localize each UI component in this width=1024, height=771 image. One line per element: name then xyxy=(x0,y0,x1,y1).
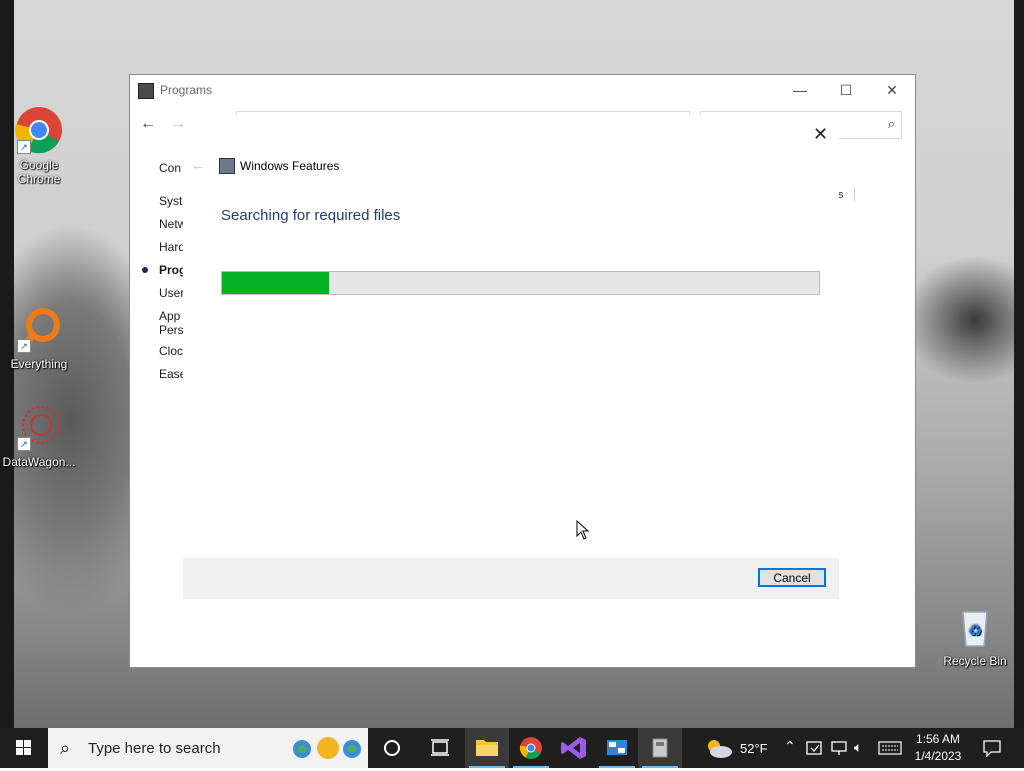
clock-time: 1:56 AM xyxy=(915,732,961,746)
windows-features-dialog: ✕ ← Windows Features Searching for requi… xyxy=(183,115,839,599)
close-button[interactable]: ✕ xyxy=(869,75,915,105)
recycle-bin-icon: ♻ xyxy=(951,602,999,650)
taskbar: ⌕ Type here to search 52°F ⌃ 🔈︎ 1:56 AM … xyxy=(0,728,1024,768)
sidebar-item-user-accounts[interactable]: User xyxy=(159,286,183,309)
dialog-title: Windows Features xyxy=(240,159,340,173)
start-button[interactable] xyxy=(0,728,48,768)
shortcut-arrow-icon: ↗ xyxy=(17,140,31,154)
progress-bar-fill xyxy=(222,272,330,294)
chrome-icon xyxy=(519,737,542,759)
shortcut-arrow-icon: ↗ xyxy=(17,339,31,353)
desktop-icon-everything[interactable]: ↗ Everything xyxy=(2,305,76,371)
datawagon-icon: ↗ xyxy=(15,403,63,451)
taskbar-control-panel[interactable] xyxy=(595,728,639,768)
everything-search-icon: ↗ xyxy=(15,305,63,353)
back-arrow-icon[interactable]: ← xyxy=(140,115,156,133)
search-placeholder: Type here to search xyxy=(88,740,221,757)
sidebar-item-hardware[interactable]: Hard xyxy=(159,240,183,263)
windows-logo-icon xyxy=(16,740,31,755)
window-title: Programs xyxy=(160,83,213,97)
windows-features-icon xyxy=(652,738,668,758)
sidebar-item-network[interactable]: Netw xyxy=(159,217,183,240)
desktop-icon-label: Recycle Bin xyxy=(943,654,1007,668)
desktop-icon-label: DataWagon... xyxy=(2,455,76,469)
cancel-button[interactable]: Cancel xyxy=(758,568,826,587)
task-view-icon xyxy=(431,739,449,756)
maximize-button[interactable]: ☐ xyxy=(823,75,869,105)
desktop-icon-label: Everything xyxy=(10,357,68,371)
taskbar-google-chrome[interactable] xyxy=(509,728,553,768)
dialog-close-icon[interactable]: ✕ xyxy=(813,125,828,143)
taskbar-file-explorer[interactable] xyxy=(465,728,509,768)
sidebar-item-control-panel-home[interactable]: Con xyxy=(159,161,183,184)
task-view-button[interactable] xyxy=(418,728,462,768)
chrome-icon: ↗ xyxy=(15,106,63,154)
desktop-icon-recycle-bin[interactable]: ♻ Recycle Bin xyxy=(938,602,1012,668)
dialog-status-heading: Searching for required files xyxy=(221,207,401,224)
dialog-back-icon: ← xyxy=(191,157,205,173)
search-icon: ⌕ xyxy=(887,116,895,131)
svg-text:♻: ♻ xyxy=(968,621,982,640)
shortcut-arrow-icon: ↗ xyxy=(17,437,31,451)
control-panel-icon xyxy=(138,83,154,99)
cortana-button[interactable] xyxy=(370,728,414,768)
weather-cloudy-icon[interactable] xyxy=(704,736,734,760)
desktop-icon-label: Google Chrome xyxy=(17,158,61,186)
mouse-cursor-icon xyxy=(576,520,590,540)
toolbar-divider xyxy=(854,187,855,201)
dialog-footer: Cancel xyxy=(183,558,839,599)
control-panel-icon xyxy=(607,740,627,755)
taskbar-visual-studio[interactable] xyxy=(552,728,596,768)
sidebar-item-system[interactable]: Syste xyxy=(159,194,183,217)
folder-icon xyxy=(476,740,498,756)
progress-bar xyxy=(221,271,820,295)
minimize-button[interactable]: — xyxy=(777,75,823,105)
desktop-icon-google-chrome[interactable]: ↗ Google Chrome xyxy=(2,106,76,186)
desktop-icon-datawagon[interactable]: ↗ DataWagon... xyxy=(2,403,76,469)
sidebar-item-ease-of-access[interactable]: Ease xyxy=(159,367,183,390)
clock-date: 1/4/2023 xyxy=(914,749,962,763)
taskbar-windows-features[interactable] xyxy=(638,728,682,768)
network-icon[interactable] xyxy=(830,740,848,756)
sidebar-item-appearance[interactable]: App Pers xyxy=(159,309,183,344)
taskbar-search-box[interactable]: ⌕ Type here to search xyxy=(48,728,368,768)
search-highlight-icon xyxy=(293,737,361,759)
weather-temperature[interactable]: 52°F xyxy=(740,741,768,756)
volume-icon[interactable]: 🔈︎ xyxy=(854,739,862,756)
active-nav-bullet xyxy=(142,267,148,273)
cortana-circle-icon xyxy=(384,740,400,756)
show-hidden-icons-chevron-icon[interactable]: ⌃ xyxy=(784,738,796,755)
device-status-icon[interactable] xyxy=(806,740,824,756)
visual-studio-icon xyxy=(561,737,586,759)
sidebar-nav: Con Syste Netw Hard Prog User App Pers C… xyxy=(159,161,183,390)
windows-features-icon xyxy=(219,158,235,174)
sidebar-item-programs[interactable]: Prog xyxy=(159,263,183,286)
window-titlebar[interactable]: Programs — ☐ ✕ xyxy=(130,75,915,105)
sidebar-item-clock[interactable]: Clock xyxy=(159,344,183,367)
taskbar-clock[interactable]: 1:56 AM 1/4/2023 xyxy=(906,731,970,765)
keyboard-icon[interactable] xyxy=(878,741,902,755)
search-icon: ⌕ xyxy=(60,738,71,758)
notifications-icon[interactable] xyxy=(982,739,1002,757)
